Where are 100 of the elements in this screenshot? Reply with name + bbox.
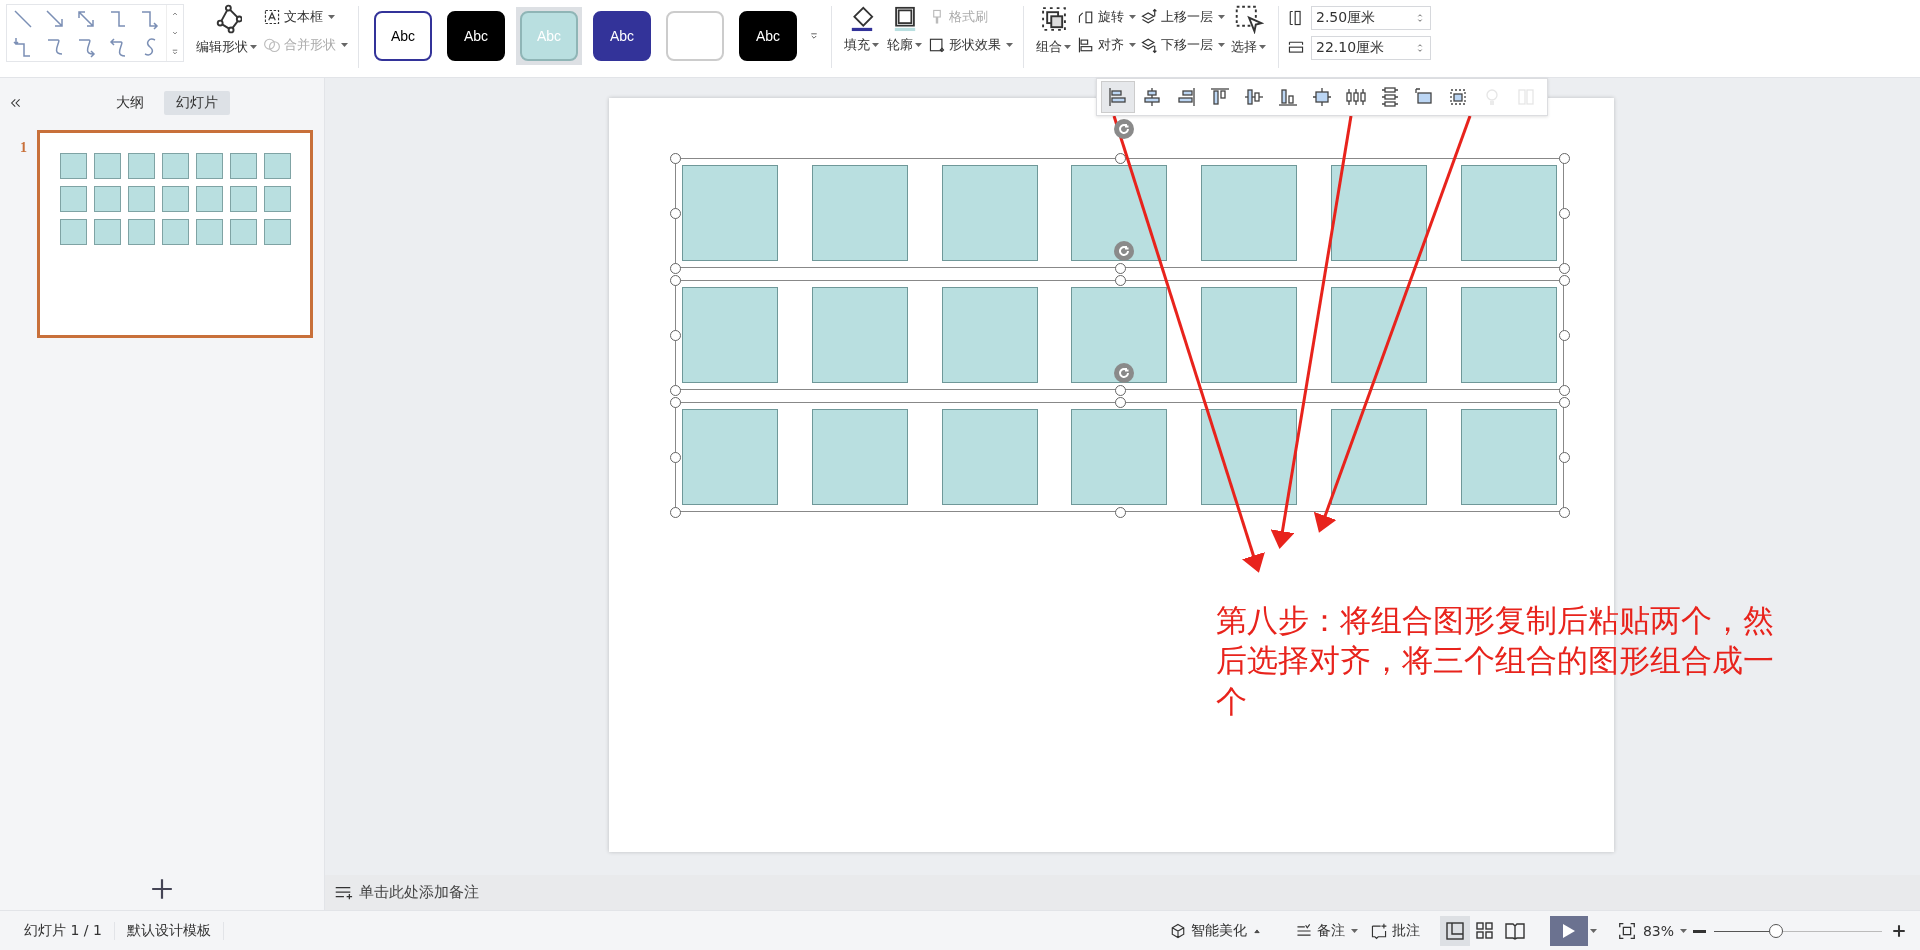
caret-icon [1129,43,1136,47]
view-button[interactable] [1439,916,1470,946]
notes-button[interactable]: 备注 [1288,918,1364,944]
line-shape-gallery[interactable] [6,4,184,62]
resize-handle[interactable] [670,452,681,463]
comments-button[interactable]: 批注 [1363,918,1426,944]
send-backward-button[interactable]: 下移一层 [1138,34,1227,56]
zoom-slider-thumb[interactable] [1769,924,1784,938]
thumbnail-square [162,186,189,212]
square-shape[interactable] [941,409,1038,505]
panel-tab[interactable]: 幻灯片 [164,91,230,115]
thumbnail-square [196,219,223,245]
text-box-button[interactable]: 文本框 [261,6,350,28]
resize-handle[interactable] [1114,275,1126,286]
shape-height-field[interactable]: 2.50厘米 [1311,6,1431,30]
square-shape[interactable] [1071,287,1168,383]
play-button[interactable] [1549,916,1588,946]
style-preset[interactable]: Abc [735,7,801,65]
resize-handle[interactable] [1559,263,1570,274]
resize-handle[interactable] [670,208,681,219]
selection-cursor-icon [1233,4,1264,34]
line-shape-icon[interactable] [43,8,66,30]
edit-shape-button[interactable]: 编辑形状 [192,4,261,56]
square-shape[interactable] [1201,287,1298,383]
comment-add-icon [1369,922,1388,940]
zoom-level-button[interactable]: 83% [1636,919,1693,943]
resize-handle[interactable] [1559,153,1570,164]
shape-width-field[interactable]: 22.10厘米 [1311,36,1431,60]
square-shape[interactable] [1460,165,1557,261]
shape-group[interactable] [669,396,1570,518]
resize-handle[interactable] [1559,275,1570,286]
square-shape[interactable] [1201,165,1298,261]
style-preset[interactable]: Abc [370,7,436,65]
style-preset[interactable]: Abc [589,7,655,65]
fill-button[interactable]: 填充 [840,4,883,54]
square-shape[interactable] [1331,409,1428,505]
thumbnail-square [128,219,155,245]
shape-group[interactable] [669,152,1570,274]
square-shape[interactable] [1460,409,1557,505]
preset-label: Abc [609,28,635,44]
align-icon [1311,86,1333,108]
resize-handle[interactable] [1114,153,1126,164]
resize-handle[interactable] [670,507,681,518]
square-shape[interactable] [811,409,908,505]
square-shape[interactable] [1071,165,1168,261]
thumbnail-square [60,219,87,245]
panel-tab[interactable]: 大纲 [104,91,156,115]
thumbnail-square [230,219,257,245]
square-shape[interactable] [811,287,908,383]
slide-thumbnail[interactable] [37,130,313,338]
square-shape[interactable] [682,409,778,505]
resize-handle[interactable] [1114,507,1126,518]
resize-handle[interactable] [1114,397,1126,408]
square-shape[interactable] [1460,287,1557,383]
align-icon [1379,86,1401,108]
resize-handle[interactable] [1559,507,1570,518]
resize-handle[interactable] [1559,330,1570,341]
align-button[interactable]: 对齐 [1075,34,1138,56]
thumbnail-square [162,153,189,179]
square-shape[interactable] [1201,409,1298,505]
resize-handle[interactable] [670,153,681,164]
zoom-slider[interactable] [1714,924,1882,938]
square-shape[interactable] [811,165,908,261]
resize-handle[interactable] [1559,397,1570,408]
shape-group[interactable] [669,274,1570,396]
square-shape[interactable] [1331,165,1428,261]
bring-forward-button[interactable]: 上移一层 [1138,6,1227,28]
select-button[interactable]: 选择 [1227,4,1270,56]
resize-handle[interactable] [1559,208,1570,219]
zoom-in-icon [1890,922,1908,940]
square-shape[interactable] [1331,287,1428,383]
square-shape[interactable] [682,287,778,383]
outline-button[interactable]: 轮廓 [883,4,926,54]
caret-icon [1589,929,1597,933]
resize-handle[interactable] [670,397,681,408]
square-shape[interactable] [941,165,1038,261]
group-button[interactable]: 组合 [1032,4,1075,56]
style-preset[interactable]: Abc [443,7,509,65]
rotate-handle[interactable] [1114,119,1134,139]
thumbnail-square [128,153,155,179]
play-icon [1561,923,1576,939]
square-shape[interactable] [941,287,1038,383]
resize-handle[interactable] [1114,385,1126,396]
resize-handle[interactable] [670,263,681,274]
resize-handle[interactable] [1559,452,1570,463]
resize-handle[interactable] [1559,385,1570,396]
align-option-button[interactable] [1101,81,1135,113]
rotate-button[interactable]: 旋转 [1075,6,1138,28]
line-shape-icon[interactable] [11,8,34,30]
square-shape[interactable] [1071,409,1168,505]
resize-handle[interactable] [670,330,681,341]
notes-bar[interactable]: 单击此处添加备注 [325,875,1920,910]
zoom-out-icon [1693,929,1706,933]
smart-beautify-button[interactable]: 智能美化 [1162,918,1269,944]
shape-effects-button[interactable]: 形状效果 [926,34,1015,56]
square-shape[interactable] [682,165,778,261]
resize-handle[interactable] [1114,263,1126,274]
resize-handle[interactable] [670,275,681,286]
thumbnail-square [60,186,87,212]
resize-handle[interactable] [670,385,681,396]
